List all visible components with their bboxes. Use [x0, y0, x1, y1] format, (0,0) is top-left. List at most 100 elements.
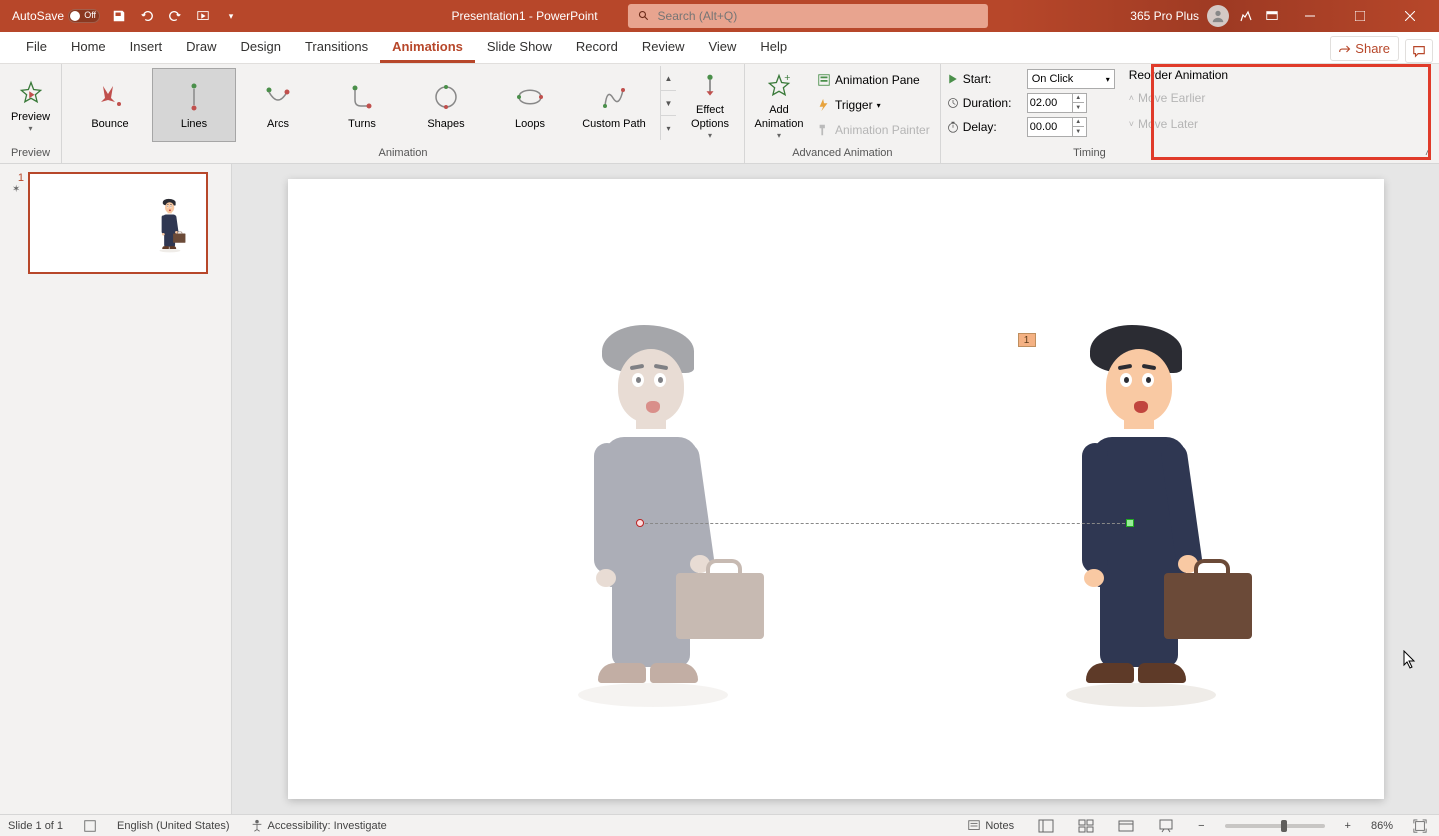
- coming-soon-icon[interactable]: [1237, 7, 1255, 25]
- delay-value[interactable]: [1028, 121, 1072, 133]
- delay-down[interactable]: ▼: [1073, 127, 1084, 136]
- minimize-button[interactable]: [1289, 0, 1331, 32]
- duration-value[interactable]: [1028, 97, 1072, 109]
- duration-down[interactable]: ▼: [1073, 103, 1084, 112]
- gallery-scroll-down[interactable]: ▼: [661, 91, 676, 116]
- effect-options-button[interactable]: Effect Options ▾: [682, 66, 738, 144]
- share-icon: [1339, 43, 1351, 55]
- bounce-icon: [90, 80, 130, 114]
- start-value: On Click: [1032, 73, 1074, 85]
- close-button[interactable]: [1389, 0, 1431, 32]
- qat-customize-icon[interactable]: ▾: [222, 7, 240, 25]
- svg-text:+: +: [784, 72, 790, 84]
- start-label: Start:: [963, 72, 1023, 86]
- slide-edit-area[interactable]: 1: [232, 164, 1439, 814]
- gallery-scroll: ▲ ▼ ▾: [660, 66, 676, 140]
- animation-turns[interactable]: Turns: [320, 68, 404, 142]
- accessibility-label: Accessibility: Investigate: [268, 820, 387, 832]
- group-label-preview: Preview: [6, 147, 55, 163]
- preview-button[interactable]: Preview ▾: [6, 66, 55, 144]
- loops-label: Loops: [515, 118, 545, 130]
- zoom-out-button[interactable]: −: [1194, 820, 1208, 832]
- motion-path-line[interactable]: [640, 523, 1130, 524]
- preview-icon: [15, 77, 47, 109]
- license-label: 365 Pro Plus: [1130, 9, 1199, 23]
- zoom-in-button[interactable]: +: [1341, 820, 1355, 832]
- slide-counter[interactable]: Slide 1 of 1: [8, 820, 63, 832]
- animation-order-tag[interactable]: 1: [1018, 333, 1036, 347]
- thumb-preview: [28, 172, 208, 274]
- zoom-thumb[interactable]: [1281, 820, 1287, 832]
- animation-arcs[interactable]: Arcs: [236, 68, 320, 142]
- notes-icon: [967, 819, 981, 833]
- zoom-percent[interactable]: 86%: [1371, 820, 1393, 832]
- animation-bounce[interactable]: Bounce: [68, 68, 152, 142]
- tab-view[interactable]: View: [696, 33, 748, 63]
- tab-draw[interactable]: Draw: [174, 33, 228, 63]
- tab-review[interactable]: Review: [630, 33, 697, 63]
- autosave-toggle[interactable]: AutoSave Off: [12, 9, 100, 23]
- fit-to-window-button[interactable]: [1409, 819, 1431, 833]
- gallery-expand[interactable]: ▾: [661, 116, 676, 140]
- comments-button[interactable]: [1405, 39, 1433, 63]
- duration-icon: [947, 97, 959, 109]
- start-from-beginning-icon[interactable]: [194, 7, 212, 25]
- start-select[interactable]: On Click ▾: [1027, 69, 1115, 89]
- language-indicator[interactable]: English (United States): [117, 820, 230, 832]
- animation-custom-path[interactable]: Custom Path: [572, 68, 656, 142]
- maximize-button[interactable]: [1339, 0, 1381, 32]
- path-end-marker[interactable]: [1126, 519, 1134, 527]
- save-icon[interactable]: [110, 7, 128, 25]
- undo-icon[interactable]: [138, 7, 156, 25]
- delay-input[interactable]: ▲▼: [1027, 117, 1087, 137]
- tab-animations[interactable]: Animations: [380, 33, 475, 63]
- add-animation-button[interactable]: + Add Animation ▾: [751, 66, 807, 144]
- zoom-slider[interactable]: [1225, 824, 1325, 828]
- trigger-button[interactable]: Trigger ▾: [813, 93, 934, 117]
- animation-pane-button[interactable]: Animation Pane: [813, 68, 934, 92]
- gallery-scroll-up[interactable]: ▲: [661, 66, 676, 91]
- slide-sorter-button[interactable]: [1074, 819, 1098, 833]
- user-avatar[interactable]: [1207, 5, 1229, 27]
- bounce-label: Bounce: [91, 118, 128, 130]
- animation-loops[interactable]: Loops: [488, 68, 572, 142]
- animation-shapes[interactable]: Shapes: [404, 68, 488, 142]
- arcs-label: Arcs: [267, 118, 289, 130]
- tab-transitions[interactable]: Transitions: [293, 33, 380, 63]
- custom-path-label: Custom Path: [582, 118, 646, 130]
- search-box[interactable]: [628, 4, 988, 28]
- tab-insert[interactable]: Insert: [118, 33, 175, 63]
- ribbon-display-icon[interactable]: [1263, 7, 1281, 25]
- cursor-icon: [1403, 650, 1417, 670]
- accessibility-button[interactable]: Accessibility: Investigate: [246, 819, 391, 833]
- path-start-marker[interactable]: [636, 519, 644, 527]
- share-button[interactable]: Share: [1330, 36, 1399, 61]
- shape-businessman[interactable]: [1056, 319, 1216, 699]
- reorder-label: Reorder Animation: [1125, 66, 1232, 84]
- slide-canvas[interactable]: 1: [288, 179, 1384, 799]
- duration-input[interactable]: ▲▼: [1027, 93, 1087, 113]
- reading-view-button[interactable]: [1114, 819, 1138, 833]
- collapse-ribbon-button[interactable]: ˄: [1425, 148, 1431, 159]
- tab-file[interactable]: File: [14, 33, 59, 63]
- add-animation-icon: +: [763, 70, 795, 102]
- delay-up[interactable]: ▲: [1073, 118, 1084, 127]
- notes-button[interactable]: Notes: [963, 819, 1018, 833]
- tab-slide-show[interactable]: Slide Show: [475, 33, 564, 63]
- animation-lines[interactable]: Lines: [152, 68, 236, 142]
- chevron-down-icon: ▾: [708, 131, 712, 140]
- slide-thumbnail-1[interactable]: 1 ✶: [12, 172, 219, 274]
- redo-icon[interactable]: [166, 7, 184, 25]
- move-later-label: Move Later: [1138, 117, 1198, 131]
- chevron-down-icon: ˅: [1129, 119, 1134, 129]
- play-icon: [947, 73, 959, 85]
- tab-record[interactable]: Record: [564, 33, 630, 63]
- tab-help[interactable]: Help: [748, 33, 799, 63]
- tab-design[interactable]: Design: [229, 33, 293, 63]
- normal-view-button[interactable]: [1034, 819, 1058, 833]
- duration-up[interactable]: ▲: [1073, 94, 1084, 103]
- spell-check-icon[interactable]: [79, 819, 101, 833]
- slideshow-view-button[interactable]: [1154, 819, 1178, 833]
- search-input[interactable]: [658, 9, 978, 23]
- tab-home[interactable]: Home: [59, 33, 118, 63]
